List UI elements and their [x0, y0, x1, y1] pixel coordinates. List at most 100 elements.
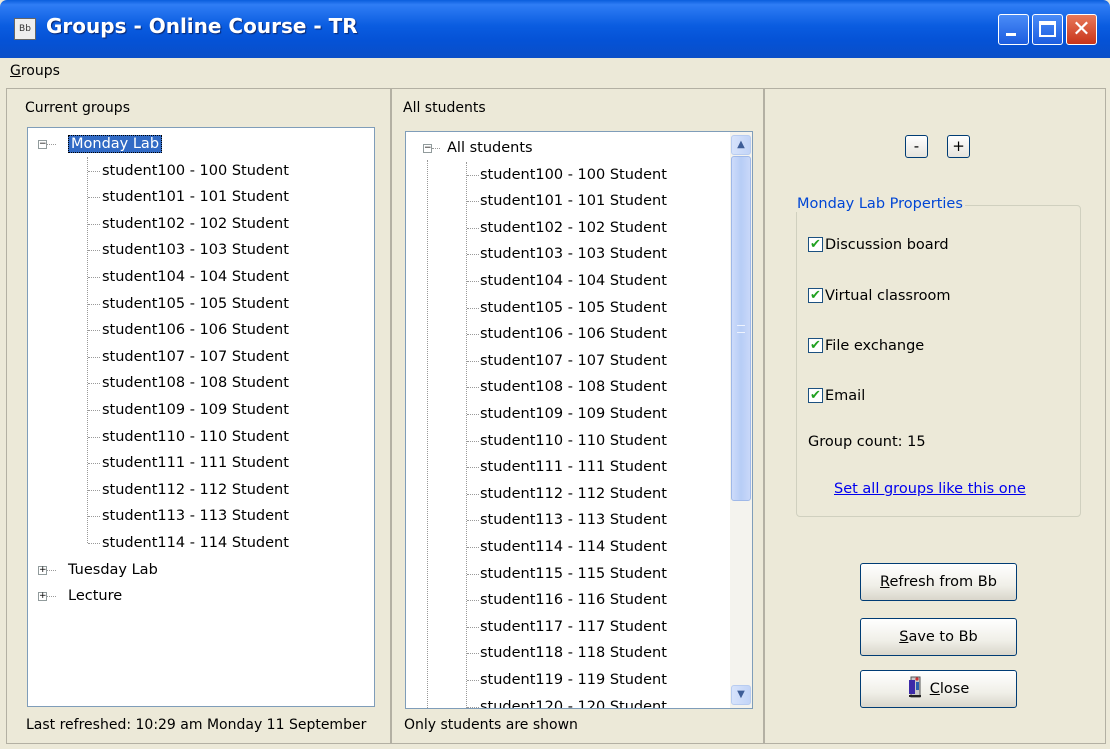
- member-node[interactable]: student103 - 103 Student: [102, 237, 289, 263]
- tree-connector: [88, 356, 100, 358]
- checkbox-box[interactable]: ✔: [808, 388, 823, 403]
- close-button[interactable]: Close: [860, 670, 1017, 708]
- student-node[interactable]: student108 - 108 Student: [480, 374, 667, 400]
- member-node[interactable]: student109 - 109 Student: [102, 397, 289, 423]
- tree-connector: [467, 360, 479, 362]
- expand-icon[interactable]: +: [38, 565, 47, 575]
- tree-connector: [88, 516, 100, 518]
- current-groups-tree[interactable]: − Monday Lab student100 - 100 Student stude…: [27, 127, 375, 707]
- all-students-root-node[interactable]: All students: [447, 135, 533, 161]
- group-node[interactable]: Monday Lab: [68, 131, 163, 157]
- student-node[interactable]: student106 - 106 Student: [480, 321, 667, 347]
- group-node[interactable]: Lecture: [68, 583, 122, 609]
- tree-connector: [467, 600, 479, 602]
- tree-connector: [88, 543, 100, 544]
- menu-groups-label: roups: [20, 63, 60, 79]
- scrollbar-thumb[interactable]: [731, 156, 751, 501]
- title-bar[interactable]: Bb Groups - Online Course - TR ✕: [0, 0, 1110, 58]
- app-icon[interactable]: Bb: [14, 18, 36, 40]
- close-window-button[interactable]: ✕: [1066, 14, 1097, 45]
- checkbox-box[interactable]: ✔: [808, 237, 823, 252]
- student-node[interactable]: student114 - 114 Student: [480, 534, 667, 560]
- tree-connector: [88, 410, 100, 411]
- remove-group-button[interactable]: -: [905, 135, 928, 158]
- group-node-label: Tuesday Lab: [68, 561, 158, 578]
- student-node[interactable]: student111 - 111 Student: [480, 454, 667, 480]
- member-node[interactable]: student108 - 108 Student: [102, 370, 289, 396]
- student-node[interactable]: student119 - 119 Student: [480, 667, 667, 693]
- member-node[interactable]: student111 - 111 Student: [102, 450, 289, 476]
- tree-connector: [467, 573, 479, 575]
- minimize-button[interactable]: [998, 14, 1029, 45]
- member-node[interactable]: student107 - 107 Student: [102, 344, 289, 370]
- member-node[interactable]: student106 - 106 Student: [102, 317, 289, 343]
- maximize-button[interactable]: [1032, 14, 1063, 45]
- collapse-icon[interactable]: −: [423, 144, 432, 153]
- expand-icon[interactable]: +: [38, 592, 47, 602]
- member-node[interactable]: student104 - 104 Student: [102, 264, 289, 290]
- tree-connector: [467, 520, 479, 522]
- student-node[interactable]: student107 - 107 Student: [480, 348, 667, 374]
- group-node[interactable]: Tuesday Lab: [68, 557, 158, 583]
- tree-connector: [88, 463, 100, 465]
- student-node[interactable]: student115 - 115 Student: [480, 561, 667, 587]
- student-node[interactable]: student112 - 112 Student: [480, 481, 667, 507]
- file-exchange-checkbox[interactable]: ✔ File exchange: [808, 336, 924, 356]
- member-node[interactable]: student114 - 114 Student: [102, 530, 289, 556]
- checkmark-icon: ✔: [810, 237, 821, 252]
- chevron-up-icon: ▲: [737, 139, 745, 150]
- student-node[interactable]: student116 - 116 Student: [480, 587, 667, 613]
- minimize-icon: [1006, 33, 1016, 36]
- menu-groups[interactable]: Groups: [10, 63, 60, 79]
- close-mnemonic: C: [929, 681, 940, 697]
- vertical-scrollbar[interactable]: ▲ ▼: [730, 132, 752, 708]
- checkbox-box[interactable]: ✔: [808, 338, 823, 353]
- properties-title: Monday Lab Properties: [795, 196, 965, 212]
- tree-connector: [88, 277, 100, 278]
- scroll-down-button[interactable]: ▼: [731, 685, 751, 705]
- collapse-icon[interactable]: −: [38, 140, 47, 149]
- member-node[interactable]: student100 - 100 Student: [102, 158, 289, 184]
- tree-connector: [88, 383, 100, 385]
- virtual-classroom-checkbox[interactable]: ✔ Virtual classroom: [808, 286, 951, 306]
- tree-connector: [88, 223, 100, 225]
- member-node[interactable]: student110 - 110 Student: [102, 424, 289, 450]
- grip-icon: [737, 325, 745, 333]
- current-groups-label: Current groups: [25, 100, 130, 116]
- set-all-groups-link[interactable]: Set all groups like this one: [834, 481, 1026, 497]
- save-to-bb-button[interactable]: Save to Bb: [860, 618, 1017, 656]
- scroll-up-button[interactable]: ▲: [731, 135, 751, 155]
- member-node[interactable]: student113 - 113 Student: [102, 503, 289, 529]
- student-node[interactable]: student118 - 118 Student: [480, 640, 667, 666]
- refresh-from-bb-button[interactable]: Refresh from Bb: [860, 563, 1017, 601]
- checkbox-label: File exchange: [825, 338, 925, 354]
- student-node[interactable]: student105 - 105 Student: [480, 295, 667, 321]
- student-node[interactable]: student102 - 102 Student: [480, 215, 667, 241]
- member-node[interactable]: student105 - 105 Student: [102, 291, 289, 317]
- student-node[interactable]: student120 - 120 Student: [480, 694, 667, 708]
- student-node[interactable]: student100 - 100 Student: [480, 162, 667, 188]
- discussion-board-checkbox[interactable]: ✔ Discussion board: [808, 235, 949, 255]
- member-node[interactable]: student101 - 101 Student: [102, 184, 289, 210]
- email-checkbox[interactable]: ✔ Email: [808, 386, 865, 406]
- student-node[interactable]: student104 - 104 Student: [480, 268, 667, 294]
- member-node[interactable]: student112 - 112 Student: [102, 477, 289, 503]
- all-students-panel: All students − All students student100 - 1…: [391, 88, 764, 744]
- member-node[interactable]: student102 - 102 Student: [102, 211, 289, 237]
- student-node[interactable]: student109 - 109 Student: [480, 401, 667, 427]
- tree-connector: [466, 161, 467, 708]
- tree-connector: [47, 596, 56, 598]
- student-node[interactable]: student117 - 117 Student: [480, 614, 667, 640]
- save-label: ave to Bb: [908, 629, 978, 645]
- tree-connector: [467, 547, 479, 548]
- student-node[interactable]: student101 - 101 Student: [480, 188, 667, 214]
- tree-connector: [467, 680, 479, 681]
- add-group-button[interactable]: +: [947, 135, 970, 158]
- student-node[interactable]: student110 - 110 Student: [480, 428, 667, 454]
- checkbox-label: Virtual classroom: [825, 288, 951, 304]
- student-node[interactable]: student103 - 103 Student: [480, 241, 667, 267]
- group-properties-panel: - + Monday Lab Properties ✔ Discussion bo…: [764, 88, 1106, 744]
- student-node[interactable]: student113 - 113 Student: [480, 507, 667, 533]
- checkbox-box[interactable]: ✔: [808, 288, 823, 303]
- all-students-tree[interactable]: − All students student100 - 100 Student stu…: [405, 131, 753, 709]
